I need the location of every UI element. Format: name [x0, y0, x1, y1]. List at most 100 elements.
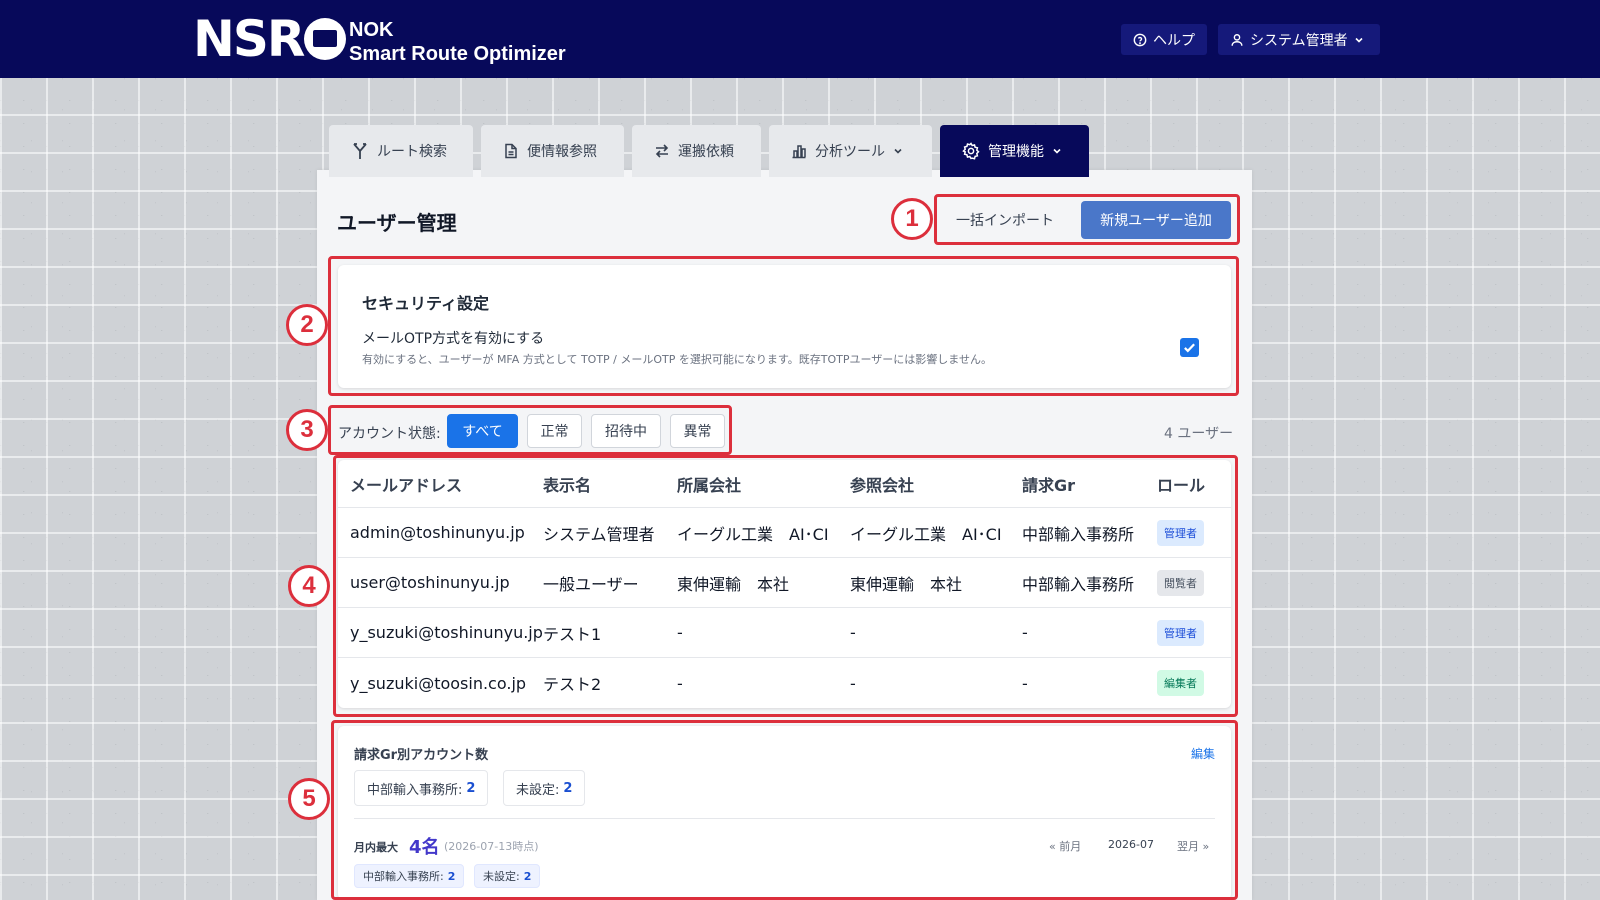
role-badge: 管理者 — [1157, 519, 1204, 546]
billing-group-cell: - — [1022, 623, 1028, 642]
product-name: Smart Route Optimizer — [349, 43, 566, 65]
role-cell: 閲覧者 — [1157, 558, 1204, 607]
company-cell: 東伸運輸 本社 — [677, 574, 790, 594]
email-cell: y_suzuki@toshinunyu.jp — [350, 623, 543, 642]
display-name-cell: テスト2 — [543, 675, 602, 694]
add-user-button[interactable]: 新規ユーザー追加 — [1081, 201, 1231, 239]
route-icon — [353, 143, 367, 159]
table-row[interactable]: y_suzuki@toshinunyu.jp テスト1 - - - 管理者 — [338, 608, 1231, 658]
tab-transport-request[interactable]: 運搬依頼 — [632, 125, 761, 177]
current-month: 2026-07 — [1108, 838, 1154, 851]
filter-invited-button[interactable]: 招待中 — [591, 414, 661, 448]
table-row[interactable]: admin@toshinunyu.jp システム管理者 イーグル工業 AI･CI… — [338, 508, 1231, 558]
user-table: メールアドレス 表示名 所属会社 参照会社 請求Gr ロール admin@tos… — [338, 460, 1231, 708]
swap-icon — [655, 144, 669, 158]
tab-admin[interactable]: 管理機能 — [940, 125, 1089, 177]
chip-count: 2 — [447, 869, 456, 883]
company-cell: イーグル工業 AI･CI — [677, 524, 829, 544]
chip-count: 2 — [523, 869, 532, 883]
billing-group-cell: 中部輸入事務所 — [1022, 524, 1135, 544]
table-row[interactable]: user@toshinunyu.jp 一般ユーザー 東伸運輸 本社 東伸運輸 本… — [338, 558, 1231, 608]
checkmark-icon — [1184, 343, 1195, 353]
role-badge: 管理者 — [1157, 619, 1204, 646]
user-menu-button[interactable]: システム管理者 — [1218, 24, 1380, 55]
bulk-import-button[interactable]: 一括インポート — [942, 201, 1068, 239]
security-settings-card: セキュリティ設定 メールOTP方式を有効にする 有効にすると、ユーザーが MFA… — [338, 265, 1231, 388]
truck-logo-icon — [304, 18, 347, 60]
display-name-cell: 一般ユーザー — [543, 574, 639, 594]
tab-route-search[interactable]: ルート検索 — [329, 125, 473, 177]
help-label: ヘルプ — [1153, 32, 1195, 49]
help-circle-icon — [1133, 33, 1147, 46]
user-count: 4 ユーザー — [1164, 426, 1234, 442]
chip-label: 中部輸入事務所: — [367, 782, 463, 798]
role-badge: 閲覧者 — [1157, 569, 1204, 596]
annotation-number-5: 5 — [288, 778, 330, 820]
tab-label: 便情報参照 — [527, 144, 597, 160]
filter-all-button[interactable]: すべて — [447, 414, 518, 448]
chip-label: 未設定: — [516, 782, 560, 798]
user-icon — [1231, 33, 1243, 46]
ref-company-cell: - — [850, 623, 856, 642]
main-tabs: ルート検索 便情報参照 運搬依頼 分析ツール 管理機能 — [329, 125, 1089, 177]
security-title: セキュリティ設定 — [362, 294, 490, 313]
company-cell: - — [677, 673, 683, 693]
tab-label: ルート検索 — [377, 144, 447, 160]
filter-normal-button[interactable]: 正常 — [527, 414, 582, 448]
ref-company-cell: イーグル工業 AI･CI — [850, 524, 1002, 544]
table-row[interactable]: y_suzuki@toosin.co.jp テスト2 - - - 編集者 — [338, 658, 1231, 708]
column-header: 表示名 — [543, 475, 592, 495]
ref-company-cell: 東伸運輸 本社 — [850, 574, 963, 594]
billing-group-title: 請求Gr別アカウント数 — [354, 748, 489, 763]
bar-chart-icon — [792, 145, 806, 159]
tab-label: 管理機能 — [988, 144, 1044, 160]
prev-month-button[interactable]: « 前月 — [1049, 838, 1081, 854]
user-label: システム管理者 — [1250, 32, 1348, 49]
tab-flight-info[interactable]: 便情報参照 — [481, 125, 624, 177]
column-header: ロール — [1157, 475, 1206, 495]
chevron-down-icon — [894, 148, 902, 154]
column-header: メールアドレス — [350, 475, 463, 495]
billing-group-chip: 中部輸入事務所: 2 — [354, 770, 489, 806]
billing-group-card: 請求Gr別アカウント数 編集 中部輸入事務所: 2 未設定: 2 月内最大 4名 (… — [338, 726, 1231, 900]
role-cell: 編集者 — [1157, 658, 1204, 708]
ref-company-cell: - — [850, 673, 856, 693]
email-otp-description: 有効にすると、ユーザーが MFA 方式として TOTP / メールOTP を選択… — [362, 353, 992, 366]
tab-analytics[interactable]: 分析ツール — [769, 125, 932, 177]
page-title: ユーザー管理 — [337, 211, 457, 235]
chip-label: 中部輸入事務所: — [363, 870, 444, 883]
annotation-number-4: 4 — [288, 565, 330, 607]
billing-group-cell: - — [1022, 673, 1028, 693]
billing-group-edit-link[interactable]: 編集 — [1191, 745, 1215, 762]
chip-count: 2 — [466, 780, 476, 796]
email-cell: user@toshinunyu.jp — [350, 573, 510, 592]
email-otp-label: メールOTP方式を有効にする — [362, 331, 545, 347]
billing-group-chip: 未設定: 2 — [503, 770, 586, 806]
table-header: メールアドレス 表示名 所属会社 参照会社 請求Gr ロール — [338, 460, 1231, 508]
filter-error-button[interactable]: 異常 — [670, 414, 725, 448]
column-header: 所属会社 — [677, 475, 742, 495]
gear-icon — [962, 142, 980, 160]
company-cell: - — [677, 623, 683, 642]
annotation-number-3: 3 — [286, 409, 328, 451]
annotation-number-2: 2 — [286, 304, 328, 346]
monthly-max-date: (2026-07-13時点) — [444, 840, 539, 853]
account-status-label: アカウント状態: — [338, 426, 441, 442]
document-icon — [505, 143, 517, 159]
email-cell: y_suzuki@toosin.co.jp — [350, 673, 527, 693]
monthly-billing-chip: 未設定: 2 — [474, 864, 541, 888]
monthly-max-label: 月内最大 — [354, 841, 398, 854]
column-header: 請求Gr — [1022, 475, 1076, 495]
app-name: NOK Smart Route Optimizer — [349, 18, 566, 66]
help-button[interactable]: ヘルプ — [1121, 24, 1207, 55]
billing-group-cell: 中部輸入事務所 — [1022, 574, 1135, 594]
chip-count: 2 — [563, 780, 573, 796]
email-otp-checkbox[interactable] — [1180, 338, 1199, 357]
role-badge: 編集者 — [1157, 670, 1204, 696]
chevron-down-icon — [1053, 148, 1061, 154]
annotation-number-1: 1 — [891, 198, 933, 240]
next-month-button[interactable]: 翌月 » — [1177, 838, 1209, 854]
monthly-billing-chip: 中部輸入事務所: 2 — [354, 864, 465, 888]
email-cell: admin@toshinunyu.jp — [350, 523, 525, 542]
chip-label: 未設定: — [483, 870, 520, 883]
